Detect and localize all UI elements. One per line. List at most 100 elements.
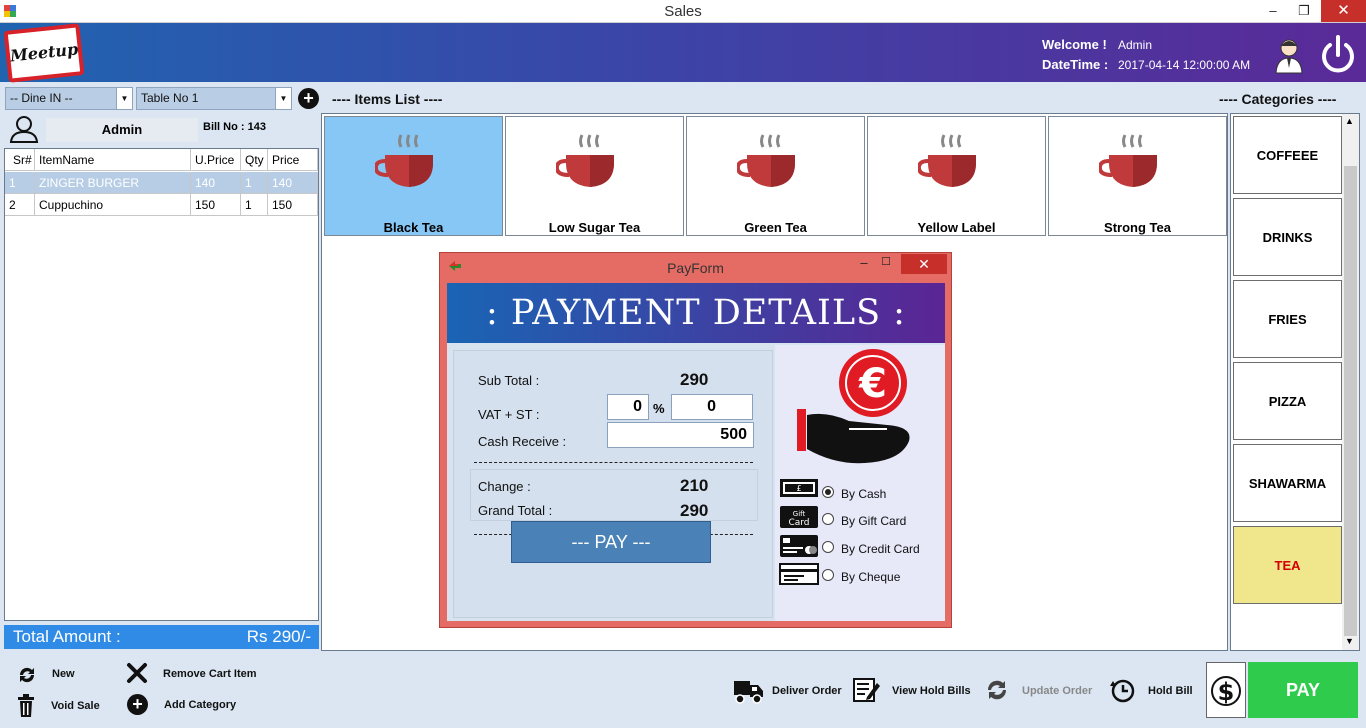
pay-main-button[interactable]: PAY <box>1248 662 1358 718</box>
void-sale-button[interactable]: Void Sale <box>51 700 100 712</box>
table-cell: ZINGER BURGER <box>35 172 191 194</box>
window-titlebar: Sales – ❐ ✕ <box>0 0 1366 23</box>
delivery-icon[interactable] <box>733 678 765 704</box>
power-icon[interactable] <box>1320 35 1356 75</box>
payment-dollar-button[interactable]: $ <box>1206 662 1246 718</box>
logo-text: Meetup <box>9 39 80 66</box>
by-credit-card-radio[interactable] <box>822 541 834 553</box>
item-label: Green Tea <box>744 220 807 235</box>
table-row[interactable]: 1 ZINGER BURGER 140 1 140 <box>5 172 318 194</box>
percent-sign: % <box>653 401 665 416</box>
column-header[interactable]: ItemName <box>35 149 191 171</box>
by-cash-label[interactable]: By Cash <box>841 487 886 501</box>
hold-clock-icon[interactable] <box>1108 676 1136 704</box>
add-category-icon[interactable]: + <box>127 694 148 715</box>
column-header[interactable]: Qty <box>241 149 268 171</box>
scroll-up-icon[interactable]: ▲ <box>1345 116 1354 126</box>
item-label: Low Sugar Tea <box>548 220 641 235</box>
hold-bill-button[interactable]: Hold Bill <box>1148 685 1193 697</box>
chevron-down-icon[interactable]: ▼ <box>116 88 132 109</box>
item-card-green-tea[interactable]: Green Tea <box>686 116 865 236</box>
welcome-label: Welcome ! <box>1042 37 1107 52</box>
update-sync-icon[interactable] <box>984 677 1010 703</box>
close-button[interactable]: ✕ <box>1321 0 1366 22</box>
pay-button[interactable]: --- PAY --- <box>511 521 711 563</box>
minimize-button[interactable]: – <box>854 255 874 270</box>
vat-percent-input[interactable]: 0 <box>607 394 649 420</box>
deliver-order-button[interactable]: Deliver Order <box>772 685 842 697</box>
svg-text:€: € <box>858 361 887 407</box>
svg-text:$: $ <box>1218 678 1235 706</box>
new-button[interactable]: New <box>52 668 75 680</box>
datetime-value: 2017-04-14 12:00:00 AM <box>1118 58 1251 72</box>
item-card-low-sugar-tea[interactable]: Low Sugar Tea <box>505 116 684 236</box>
table-header-row: Sr# ItemName U.Price Qty Price <box>5 149 318 171</box>
trash-icon[interactable] <box>16 694 36 718</box>
update-order-button[interactable]: Update Order <box>1022 685 1092 697</box>
item-card-black-tea[interactable]: Black Tea <box>324 116 503 236</box>
by-cash-radio[interactable] <box>822 486 834 498</box>
table-cell: 140 <box>268 172 318 194</box>
order-mode-select[interactable]: -- Dine IN -- ▼ <box>5 87 133 110</box>
logo: Meetup <box>3 23 85 83</box>
tea-cup-icon <box>375 134 433 187</box>
chevron-down-icon[interactable]: ▼ <box>275 88 291 109</box>
item-card-yellow-label[interactable]: Yellow Label <box>867 116 1046 236</box>
add-category-button[interactable]: Add Category <box>164 699 236 711</box>
table-cell: 1 <box>241 172 268 194</box>
maximize-button[interactable]: ❐ <box>1289 0 1319 22</box>
tea-cup-icon <box>737 134 795 187</box>
cash-icon: £ <box>780 479 818 497</box>
items-list-title: ---- Items List ---- <box>332 91 443 107</box>
by-gift-card-radio[interactable] <box>822 513 834 525</box>
total-value: Rs 290/- <box>246 627 311 646</box>
change-label: Change : <box>478 479 531 494</box>
column-header[interactable]: Sr# <box>5 149 35 171</box>
by-gift-card-label[interactable]: By Gift Card <box>841 514 906 528</box>
column-header[interactable]: U.Price <box>191 149 241 171</box>
subtotal-label: Sub Total : <box>478 373 540 388</box>
payform-body: : PAYMENT DETAILS : Sub Total : 290 VAT … <box>447 283 945 621</box>
tea-cup-icon <box>1099 134 1157 187</box>
column-header[interactable]: Price <box>268 149 318 171</box>
refresh-icon[interactable] <box>16 665 38 685</box>
categories-scrollbar[interactable]: ▲ ▼ <box>1342 114 1359 650</box>
cash-receive-input[interactable]: 500 <box>607 422 754 448</box>
category-fries[interactable]: FRIES <box>1233 280 1342 358</box>
item-card-strong-tea[interactable]: Strong Tea <box>1048 116 1227 236</box>
table-row[interactable]: 2 Cuppuchino 150 1 150 <box>5 194 318 216</box>
cart-table[interactable]: Sr# ItemName U.Price Qty Price 1 ZINGER … <box>4 148 319 621</box>
total-label: Total Amount : <box>13 627 121 646</box>
divider <box>474 462 753 463</box>
by-credit-card-label[interactable]: By Credit Card <box>841 542 920 556</box>
category-pizza[interactable]: PIZZA <box>1233 362 1342 440</box>
vat-amount-input[interactable]: 0 <box>671 394 753 420</box>
close-button[interactable]: ✕ <box>901 254 947 274</box>
window-title: Sales <box>664 3 702 20</box>
scroll-down-icon[interactable]: ▼ <box>1345 636 1354 646</box>
change-value: 210 <box>680 476 709 495</box>
category-shawarma[interactable]: SHAWARMA <box>1233 444 1342 522</box>
category-tea[interactable]: TEA <box>1233 526 1342 604</box>
item-label: Black Tea <box>383 220 444 235</box>
item-label: Yellow Label <box>917 220 996 235</box>
maximize-button[interactable]: ☐ <box>876 255 896 268</box>
tea-cup-icon <box>918 134 976 187</box>
table-select[interactable]: Table No 1 ▼ <box>136 87 292 110</box>
table-cell: 1 <box>241 194 268 216</box>
minimize-button[interactable]: – <box>1258 0 1288 22</box>
scroll-thumb[interactable] <box>1344 166 1357 636</box>
bill-number: Bill No : 143 <box>203 121 266 133</box>
item-label: Strong Tea <box>1104 220 1171 235</box>
by-cheque-radio[interactable] <box>822 569 834 581</box>
category-coffee[interactable]: COFFEEE <box>1233 116 1342 194</box>
add-table-button[interactable]: + <box>298 88 319 109</box>
category-drinks[interactable]: DRINKS <box>1233 198 1342 276</box>
edit-list-icon[interactable] <box>853 677 881 703</box>
grand-total-value: 290 <box>680 501 709 520</box>
table-cell: 140 <box>191 172 241 194</box>
remove-x-icon[interactable] <box>126 662 148 684</box>
by-cheque-label[interactable]: By Cheque <box>841 570 900 584</box>
remove-cart-item-button[interactable]: Remove Cart Item <box>163 668 257 680</box>
view-hold-bills-button[interactable]: View Hold Bills <box>892 685 971 697</box>
